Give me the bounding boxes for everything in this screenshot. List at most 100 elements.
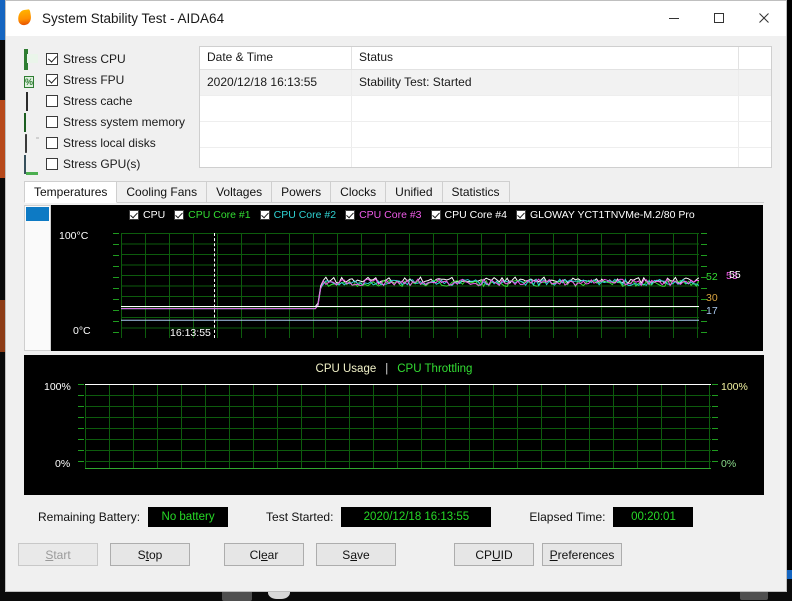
save-button[interactable]: Save — [316, 543, 396, 566]
table-row-empty[interactable] — [200, 148, 771, 167]
stress-cpu-checkbox[interactable] — [46, 52, 58, 65]
tab-unified[interactable]: Unified — [385, 181, 443, 202]
table-row-empty[interactable] — [200, 122, 771, 148]
elapsed-time-label: Elapsed Time: — [529, 510, 606, 524]
temp-axis-label-top: 100°C — [59, 230, 89, 242]
log-column-status: Status — [352, 47, 739, 69]
hard-disk-icon — [24, 134, 41, 153]
minimize-icon[interactable] — [651, 1, 696, 35]
legend-core1-checkbox[interactable] — [174, 210, 185, 220]
legend-item-core2[interactable]: CPU Core #2 — [259, 209, 336, 221]
tab-cooling-fans[interactable]: Cooling Fans — [116, 181, 208, 202]
log-header-row: Date & Time Status — [200, 47, 771, 70]
cpu-chip-icon — [24, 49, 41, 70]
table-row[interactable]: 2020/12/18 16:13:55 Stability Test: Star… — [200, 70, 771, 96]
legend-core3-checkbox[interactable] — [345, 210, 356, 220]
battery-label: Remaining Battery: — [38, 510, 141, 524]
stress-option-memory[interactable]: Stress system memory — [24, 112, 189, 132]
temp-series-2 — [121, 278, 699, 310]
stress-option-cpu[interactable]: Stress CPU — [24, 49, 189, 70]
log-cell-status: Stability Test: Started — [352, 70, 739, 95]
usage-top-border-line — [85, 384, 711, 385]
stress-option-cache[interactable]: Stress cache — [24, 91, 189, 111]
temp-value-label-17: 17 — [706, 305, 718, 317]
legend-separator: | — [385, 363, 389, 375]
stress-fpu-label: Stress FPU — [63, 72, 125, 87]
stress-option-gpu[interactable]: Stress GPU(s) — [24, 154, 189, 174]
fpu-percent-icon: % — [24, 76, 35, 88]
action-buttons: Start Stop Clear Save CPUID Preferences — [18, 543, 786, 566]
usage-bottom-border-line — [85, 468, 711, 469]
legend-cpu-checkbox[interactable] — [129, 210, 139, 220]
sensor-list-selected-item[interactable] — [26, 207, 49, 221]
temp-value-label-55: 55 — [729, 269, 741, 281]
temp-value-label-52: 52 — [706, 271, 718, 283]
cpuid-button[interactable]: CPUID — [454, 543, 534, 566]
log-column-datetime: Date & Time — [200, 47, 352, 69]
temperature-chart-block: CPU CPU Core #1 CPU Core #2 CPU Core #3 … — [24, 205, 764, 351]
close-icon[interactable] — [741, 1, 786, 35]
cpu-usage-chart[interactable]: CPU Usage | CPU Throttling 100% 0% 100% … — [24, 355, 764, 495]
legend-item-core3[interactable]: CPU Core #3 — [345, 209, 422, 221]
tab-temperatures[interactable]: Temperatures — [24, 181, 118, 203]
legend-cpu-usage-label[interactable]: CPU Usage — [316, 363, 377, 375]
cpu-usage-legend: CPU Usage | CPU Throttling — [24, 359, 764, 379]
sensor-list-box[interactable] — [24, 205, 51, 351]
tab-powers[interactable]: Powers — [271, 181, 332, 202]
event-log-table[interactable]: Date & Time Status 2020/12/18 16:13:55 S… — [199, 46, 772, 168]
start-button[interactable]: Start — [18, 543, 98, 566]
legend-item-core4[interactable]: CPU Core #4 — [430, 209, 507, 221]
legend-item-ssd[interactable]: GLOWAY YCT1TNVMe-M.2/80 Pro — [515, 209, 695, 221]
clear-button[interactable]: Clear — [224, 543, 304, 566]
stop-button[interactable]: Stop — [110, 543, 190, 566]
stress-gpu-checkbox[interactable] — [46, 157, 58, 170]
stress-fpu-checkbox[interactable] — [46, 73, 58, 86]
title-bar[interactable]: System Stability Test - AIDA64 — [6, 1, 786, 36]
usage-axis-label-bottom-right: 0% — [721, 458, 737, 470]
usage-right-ticks — [712, 384, 718, 469]
battery-value: No battery — [148, 507, 229, 527]
legend-ssd-checkbox[interactable] — [515, 210, 526, 220]
top-section: Stress CPU % Stress FPU Stress cache Str… — [6, 36, 786, 174]
usage-axis-label-bottom-left: 0% — [55, 458, 71, 470]
legend-core3-label: CPU Core #3 — [359, 209, 422, 221]
stress-options-list: Stress CPU % Stress FPU Stress cache Str… — [24, 46, 189, 174]
charts-area: CPU CPU Core #1 CPU Core #2 CPU Core #3 … — [24, 205, 764, 495]
test-started-value: 2020/12/18 16:13:55 — [341, 507, 492, 527]
legend-item-core1[interactable]: CPU Core #1 — [174, 209, 251, 221]
tab-statistics[interactable]: Statistics — [441, 181, 510, 202]
usage-axis-label-top-right: 100% — [721, 381, 748, 393]
stress-option-fpu[interactable]: % Stress FPU — [24, 70, 189, 89]
temp-left-ticks — [113, 233, 119, 338]
log-column-extra — [739, 47, 771, 69]
usage-axis-label-top-left: 100% — [44, 381, 71, 393]
legend-cpu-throttling-label[interactable]: CPU Throttling — [397, 363, 472, 375]
maximize-icon[interactable] — [696, 1, 741, 35]
log-cell-datetime: 2020/12/18 16:13:55 — [200, 70, 352, 95]
stress-option-disks[interactable]: Stress local disks — [24, 133, 189, 153]
preferences-button[interactable]: Preferences — [542, 543, 622, 566]
stress-disks-checkbox[interactable] — [46, 136, 58, 149]
tab-clocks[interactable]: Clocks — [330, 181, 387, 202]
legend-core2-checkbox[interactable] — [259, 210, 270, 220]
temperature-series-plot — [121, 276, 699, 321]
test-started-label: Test Started: — [266, 510, 334, 524]
temp-series-3 — [121, 278, 699, 310]
usage-plot-grid — [85, 384, 711, 469]
elapsed-time-value: 00:20:01 — [613, 507, 694, 527]
flame-icon — [16, 9, 34, 27]
legend-item-cpu[interactable]: CPU — [129, 209, 165, 221]
legend-core4-checkbox[interactable] — [430, 210, 441, 220]
stress-memory-checkbox[interactable] — [46, 115, 58, 128]
temperature-chart[interactable]: CPU CPU Core #1 CPU Core #2 CPU Core #3 … — [51, 205, 763, 351]
tab-voltages[interactable]: Voltages — [206, 181, 273, 202]
stress-cache-checkbox[interactable] — [46, 94, 58, 107]
table-row-empty[interactable] — [200, 96, 771, 122]
legend-core4-label: CPU Core #4 — [444, 209, 507, 221]
legend-ssd-label: GLOWAY YCT1TNVMe-M.2/80 Pro — [529, 209, 695, 221]
window-title: System Stability Test - AIDA64 — [42, 10, 225, 26]
gpu-monitor-icon — [24, 155, 41, 174]
legend-cpu-label: CPU — [143, 209, 166, 221]
temp-axis-label-bottom: 0°C — [73, 325, 91, 337]
window-client-area: Stress CPU % Stress FPU Stress cache Str… — [6, 36, 786, 591]
